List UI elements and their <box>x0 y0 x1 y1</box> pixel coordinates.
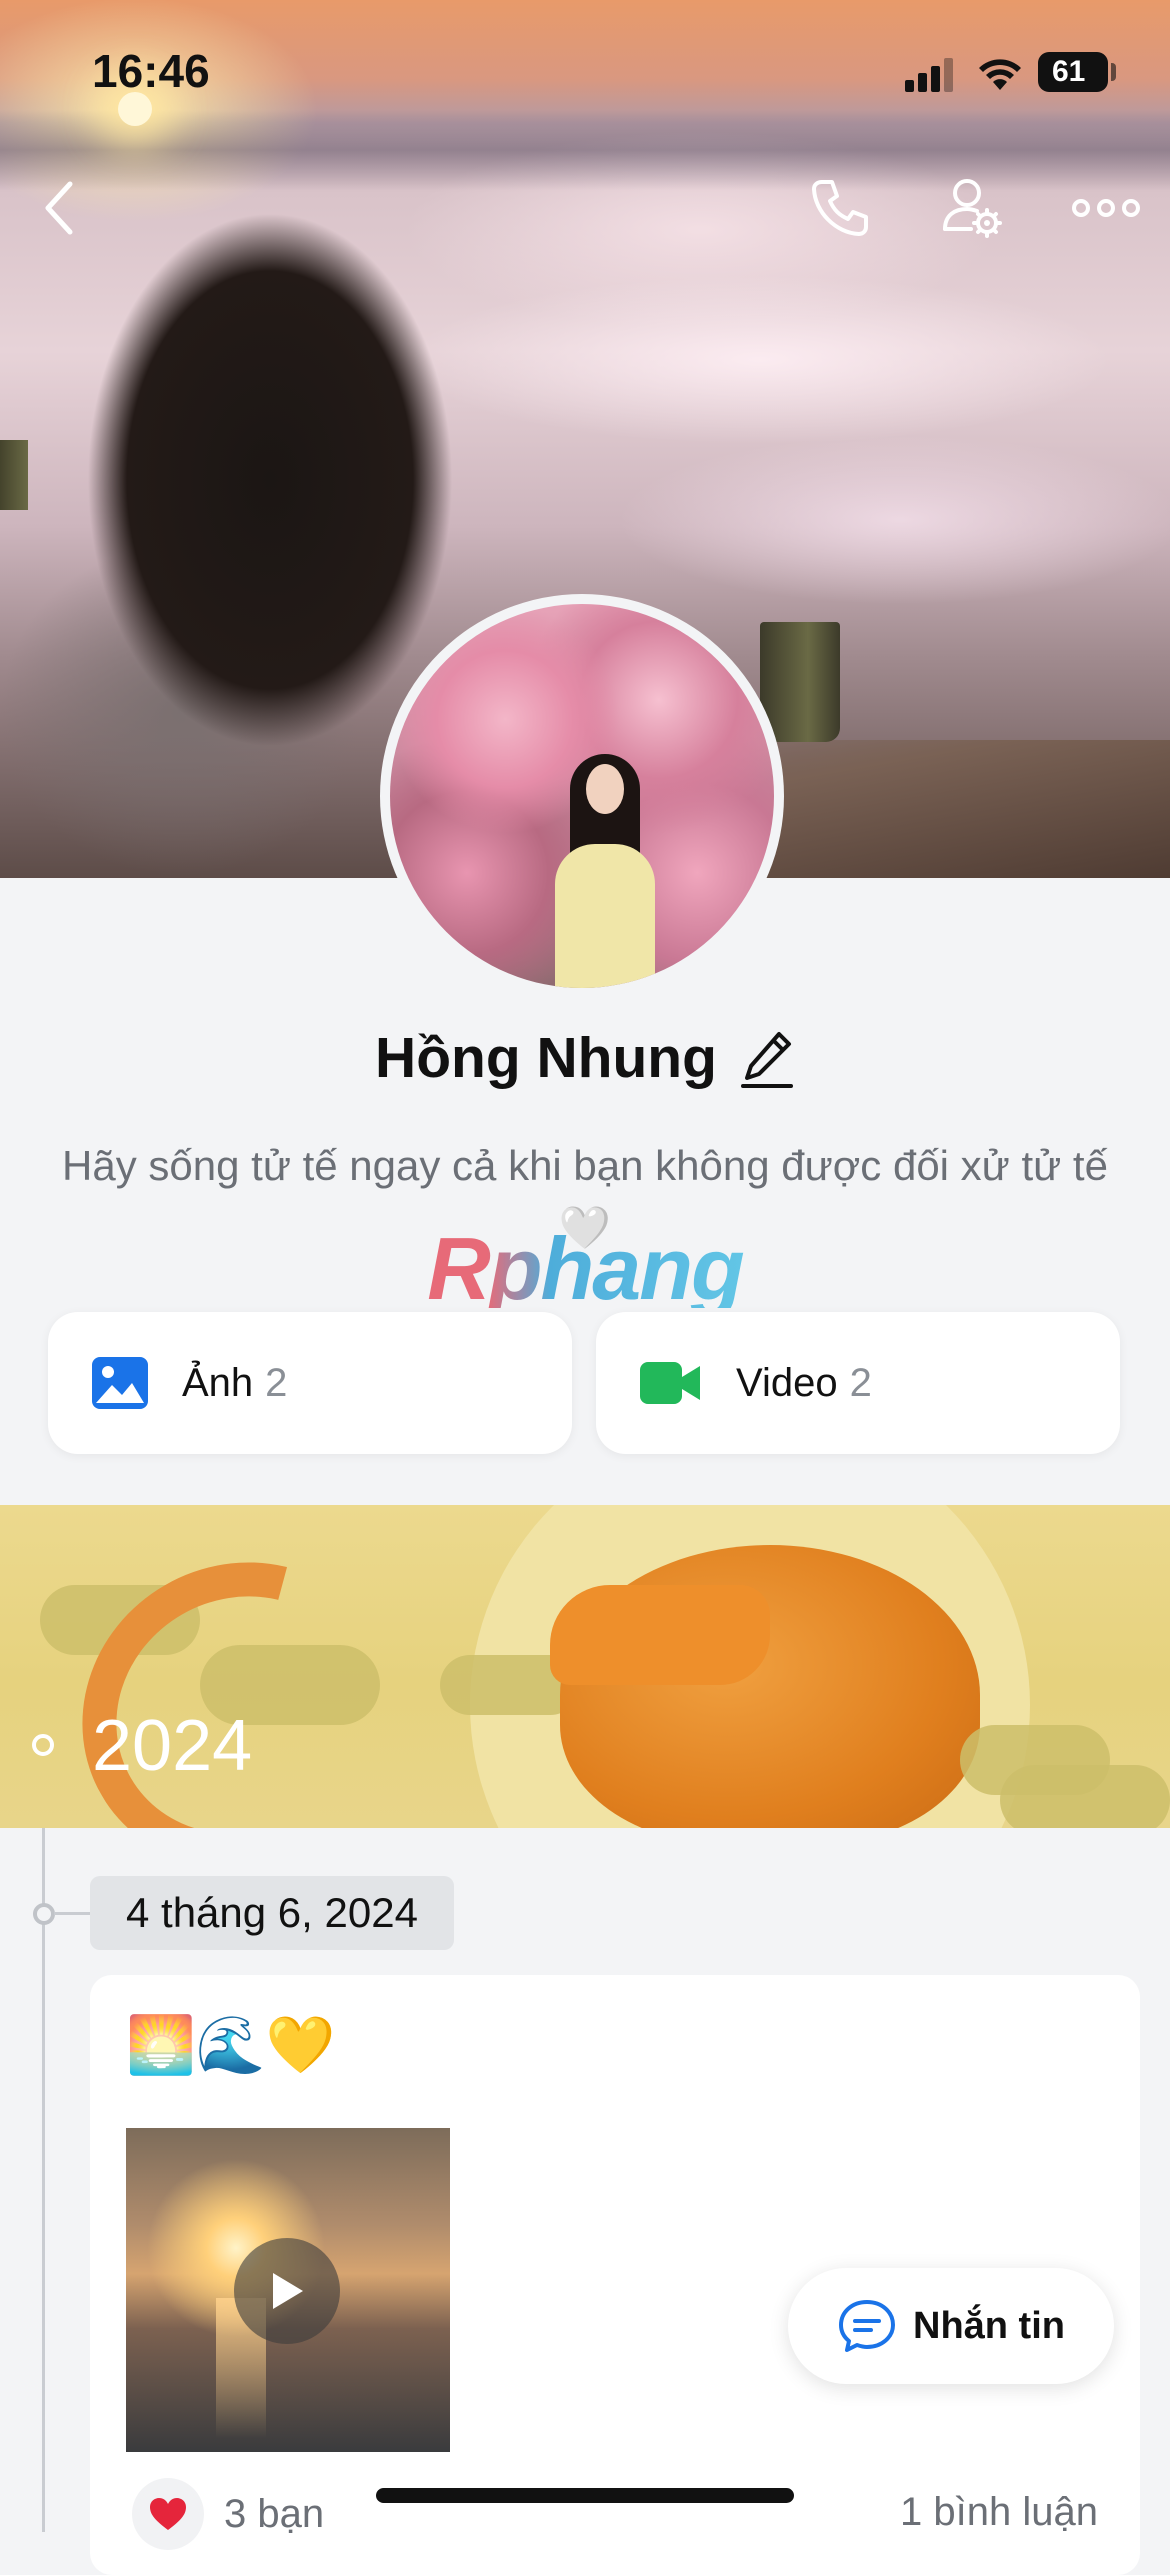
more-button[interactable] <box>1066 168 1146 248</box>
photos-card[interactable]: Ảnh 2 <box>48 1312 572 1454</box>
profile-settings-icon <box>943 179 1002 238</box>
profile-name: Hồng Nhung <box>375 1026 717 1090</box>
timeline-year-dot <box>32 1734 54 1756</box>
comment-count[interactable]: 1 bình luận <box>900 2490 1098 2535</box>
back-icon <box>45 181 73 235</box>
home-indicator[interactable] <box>376 2488 794 2503</box>
message-label: Nhắn tin <box>913 2304 1065 2347</box>
reaction-count: 3 bạn <box>224 2491 325 2536</box>
photos-count: 2 <box>265 1360 288 1405</box>
banner-dragon-head <box>550 1585 770 1685</box>
play-button[interactable] <box>234 2238 340 2344</box>
message-button[interactable]: Nhắn tin <box>788 2268 1114 2384</box>
wifi-icon <box>979 59 1021 90</box>
call-button[interactable] <box>800 168 880 248</box>
avatar-person-face <box>586 764 624 814</box>
avatar-photo <box>390 604 774 988</box>
status-time: 16:46 <box>92 45 210 97</box>
timeline-tick <box>54 1912 90 1915</box>
chat-bubble-icon <box>839 2300 895 2352</box>
cover-cup-left <box>0 440 28 510</box>
phone-icon <box>812 180 868 236</box>
photos-label: Ảnh <box>182 1360 254 1405</box>
more-icon <box>1072 199 1140 217</box>
play-icon <box>273 2273 303 2309</box>
cellular-signal-icon <box>905 58 953 92</box>
videos-label: Video <box>736 1360 838 1405</box>
timeline-line <box>42 1828 45 2532</box>
back-button[interactable] <box>20 168 100 248</box>
pencil-icon[interactable] <box>739 1028 795 1088</box>
reaction-summary[interactable]: 3 bạn <box>132 2478 324 2550</box>
post-caption: 🌅🌊💛 <box>126 2013 336 2076</box>
post-date: 4 tháng 6, 2024 <box>90 1876 454 1950</box>
videos-count: 2 <box>849 1360 872 1405</box>
avatar-person-body <box>555 844 655 988</box>
battery-level: 61 <box>1052 55 1086 88</box>
videos-card[interactable]: Video 2 <box>596 1312 1120 1454</box>
battery-indicator: 61 <box>1038 52 1108 92</box>
banner-cloud <box>960 1725 1110 1795</box>
year-label: 2024 <box>92 1706 253 1786</box>
cover-cup <box>760 622 840 742</box>
watermark-logo: Rphang <box>410 1218 760 1318</box>
battery-tip <box>1111 63 1116 81</box>
profile-name-row: Hồng Nhung <box>0 1025 1170 1091</box>
heart-icon <box>132 2478 204 2550</box>
avatar[interactable] <box>380 594 784 998</box>
image-icon <box>92 1357 148 1409</box>
timeline-date-dot <box>33 1903 55 1925</box>
profile-settings-button[interactable] <box>932 168 1012 248</box>
video-camera-icon <box>640 1362 700 1404</box>
